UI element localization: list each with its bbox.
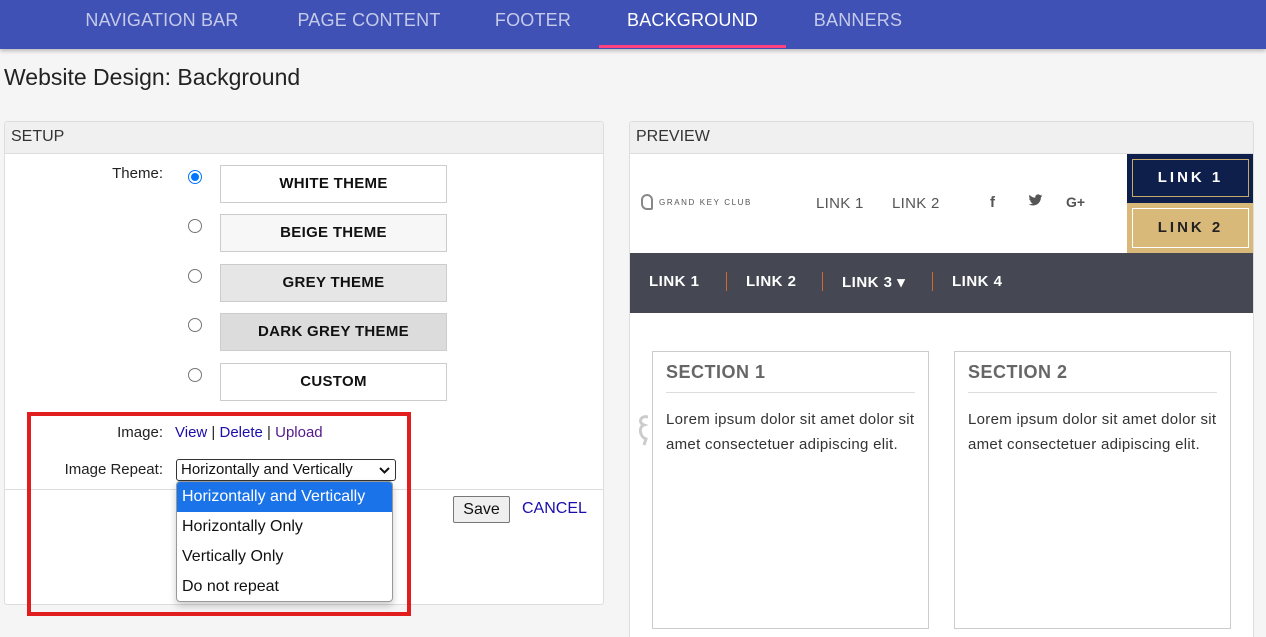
nav-separator [726, 272, 727, 291]
section-title: SECTION 1 [666, 362, 915, 393]
preview-link-1-label: LINK 1 [1132, 159, 1249, 197]
tab-banners[interactable]: BANNERS [798, 0, 918, 49]
preview-body: SECTION 1 Lorem ipsum dolor sit amet dol… [630, 313, 1253, 637]
preview-top-bar: GRAND KEY CLUB LINK 1 LINK 2 f G+ LINK 1… [630, 154, 1253, 253]
preview-nav-bar: LINK 1 LINK 2 LINK 3 ▾ LINK 4 [630, 253, 1253, 313]
beige-theme-option[interactable]: BEIGE THEME [220, 214, 447, 252]
section-body: Lorem ipsum dolor sit amet dolor sit ame… [666, 411, 915, 453]
preview-nav-link-3-label: LINK 3 [842, 274, 893, 291]
tab-footer[interactable]: FOOTER [475, 0, 591, 49]
caret-down-icon: ▾ [897, 274, 906, 291]
google-plus-icon[interactable]: G+ [1066, 194, 1085, 210]
preview-link-2-label: LINK 2 [1132, 208, 1249, 248]
preview-top-link-2[interactable]: LINK 2 [892, 195, 940, 212]
logo: GRAND KEY CLUB [641, 194, 752, 210]
twitter-icon[interactable] [1028, 194, 1043, 210]
section-title: SECTION 2 [968, 362, 1217, 393]
page-title: Website Design: Background [4, 64, 301, 90]
radio-dark-grey-theme[interactable] [188, 318, 202, 332]
logo-text: GRAND KEY CLUB [659, 197, 752, 207]
radio-grey-theme[interactable] [188, 269, 202, 283]
dark-grey-theme-option[interactable]: DARK GREY THEME [220, 313, 447, 351]
nav-separator [822, 272, 823, 291]
preview-nav-link-2[interactable]: LINK 2 [746, 273, 797, 290]
active-tab-indicator [599, 45, 786, 48]
setup-header: SETUP [5, 122, 603, 154]
background-pattern-icon [636, 413, 652, 453]
preview-top-link-1[interactable]: LINK 1 [816, 195, 864, 212]
tab-page-content[interactable]: PAGE CONTENT [279, 0, 459, 49]
radio-white-theme[interactable] [188, 170, 202, 184]
highlight-box [27, 412, 411, 616]
cancel-link[interactable]: CANCEL [522, 500, 587, 518]
preview-nav-link-1[interactable]: LINK 1 [649, 273, 700, 290]
preview-nav-link-3[interactable]: LINK 3 ▾ [842, 273, 905, 291]
preview-section-card-2: SECTION 2 Lorem ipsum dolor sit amet dol… [954, 351, 1231, 629]
grey-theme-option[interactable]: GREY THEME [220, 264, 447, 302]
radio-beige-theme[interactable] [188, 219, 202, 233]
nav-separator [932, 272, 933, 291]
theme-label: Theme: [112, 165, 163, 182]
radio-custom-theme[interactable] [188, 368, 202, 382]
preview-nav-link-4[interactable]: LINK 4 [952, 273, 1003, 290]
preview-link-2-button[interactable]: LINK 2 [1127, 203, 1253, 253]
facebook-icon[interactable]: f [990, 194, 995, 211]
tab-background[interactable]: BACKGROUND [599, 0, 786, 49]
logo-icon [641, 194, 653, 210]
white-theme-option[interactable]: WHITE THEME [220, 165, 447, 203]
preview-header: PREVIEW [630, 122, 1253, 154]
tab-navigation-bar[interactable]: NAVIGATION BAR [62, 0, 262, 49]
preview-section-card-1: SECTION 1 Lorem ipsum dolor sit amet dol… [652, 351, 929, 629]
top-tab-bar: NAVIGATION BAR PAGE CONTENT FOOTER BACKG… [0, 0, 1266, 49]
preview-panel: PREVIEW GRAND KEY CLUB LINK 1 LINK 2 f G… [629, 121, 1254, 637]
section-body: Lorem ipsum dolor sit amet dolor sit ame… [968, 411, 1217, 453]
preview-link-1-button[interactable]: LINK 1 [1127, 154, 1253, 203]
custom-theme-option[interactable]: CUSTOM [220, 363, 447, 401]
save-button[interactable]: Save [453, 496, 510, 523]
